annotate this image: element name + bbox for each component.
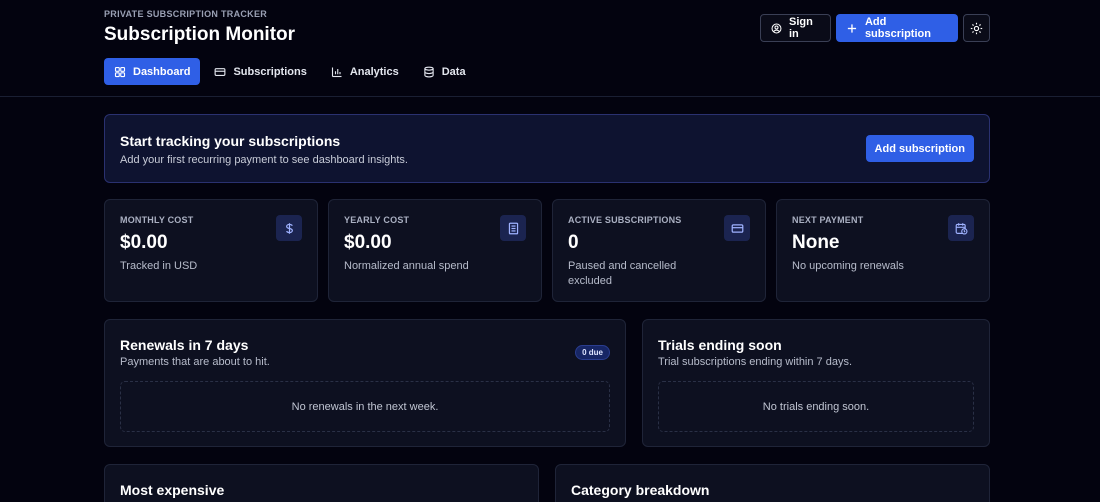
- category-breakdown-title: Category breakdown: [571, 482, 710, 498]
- tab-dashboard-label: Dashboard: [133, 65, 191, 78]
- stat-card-monthly-cost: MONTHLY COST $0.00 Tracked in USD: [104, 199, 318, 302]
- stat-card-yearly-cost: YEARLY COST $0.00 Normalized annual spen…: [328, 199, 542, 302]
- add-subscription-label: Add subscription: [864, 16, 931, 40]
- receipt-icon: [500, 215, 526, 241]
- stat-subtext: Tracked in USD: [120, 260, 198, 272]
- add-subscription-button[interactable]: Add subscription: [836, 14, 958, 42]
- sign-in-button[interactable]: Sign in: [760, 14, 831, 42]
- main-tabs: Dashboard Subscriptions Analytics Data: [104, 58, 480, 85]
- stat-subtext: Paused and cancelled excluded: [568, 260, 677, 287]
- app-title: Subscription Monitor: [104, 24, 296, 45]
- plus-icon: [847, 23, 857, 33]
- stat-value: $0.00: [120, 232, 168, 253]
- database-icon: [424, 66, 434, 77]
- dollar-icon: [276, 215, 302, 241]
- stat-value: 0: [568, 232, 579, 253]
- stat-label: NEXT PAYMENT: [792, 215, 864, 225]
- trials-subtitle: Trial subscriptions ending within 7 days…: [658, 356, 853, 368]
- banner-add-subscription-button[interactable]: Add subscription: [865, 135, 974, 162]
- due-count-badge: 0 due: [575, 345, 610, 360]
- tab-analytics-label: Analytics: [349, 65, 399, 78]
- tab-data-label: Data: [441, 65, 466, 78]
- banner-subtitle: Add your first recurring payment to see …: [120, 154, 408, 166]
- card-icon: [724, 215, 750, 241]
- stat-subtext: No upcoming renewals: [792, 260, 904, 272]
- renewals-subtitle: Payments that are about to hit.: [120, 356, 270, 368]
- theme-toggle-button[interactable]: [963, 14, 990, 42]
- renewals-empty-state: No renewals in the next week.: [120, 381, 610, 432]
- trials-title: Trials ending soon: [658, 337, 782, 353]
- banner-title: Start tracking your subscriptions: [120, 133, 341, 149]
- app-header: PRIVATE SUBSCRIPTION TRACKER Subscriptio…: [0, 0, 1100, 97]
- renewals-title: Renewals in 7 days: [120, 337, 249, 353]
- most-expensive-title: Most expensive: [120, 482, 225, 498]
- tab-analytics[interactable]: Analytics: [321, 58, 409, 85]
- stat-card-active-subscriptions: ACTIVE SUBSCRIPTIONS 0 Paused and cancel…: [552, 199, 766, 302]
- tab-dashboard[interactable]: Dashboard: [104, 58, 201, 85]
- stat-card-next-payment: NEXT PAYMENT None No upcoming renewals: [776, 199, 990, 302]
- tab-subscriptions-label: Subscriptions: [233, 65, 307, 78]
- tab-subscriptions[interactable]: Subscriptions: [204, 58, 316, 85]
- calendar-clock-icon: [948, 215, 974, 241]
- stat-value: None: [792, 232, 840, 253]
- trials-panel: Trials ending soon Trial subscriptions e…: [642, 319, 990, 447]
- stat-label: YEARLY COST: [344, 215, 410, 225]
- sign-in-label: Sign in: [788, 16, 813, 40]
- sun-icon: [970, 22, 983, 34]
- trials-empty-state: No trials ending soon.: [658, 381, 974, 432]
- stat-label: MONTHLY COST: [120, 215, 194, 225]
- dashboard-icon: [114, 66, 126, 77]
- category-breakdown-panel: Category breakdown: [555, 464, 990, 502]
- user-circle-icon: [771, 23, 782, 33]
- app-eyebrow: PRIVATE SUBSCRIPTION TRACKER: [104, 9, 268, 19]
- stat-subtext: Normalized annual spend: [344, 260, 469, 272]
- card-icon: [215, 67, 226, 76]
- stat-label: ACTIVE SUBSCRIPTIONS: [568, 215, 682, 225]
- stat-value: $0.00: [344, 232, 392, 253]
- tab-data[interactable]: Data: [413, 58, 476, 85]
- renewals-panel: Renewals in 7 days Payments that are abo…: [104, 319, 626, 447]
- most-expensive-panel: Most expensive: [104, 464, 539, 502]
- onboarding-banner: Start tracking your subscriptions Add yo…: [104, 114, 990, 183]
- bar-chart-icon: [331, 67, 342, 77]
